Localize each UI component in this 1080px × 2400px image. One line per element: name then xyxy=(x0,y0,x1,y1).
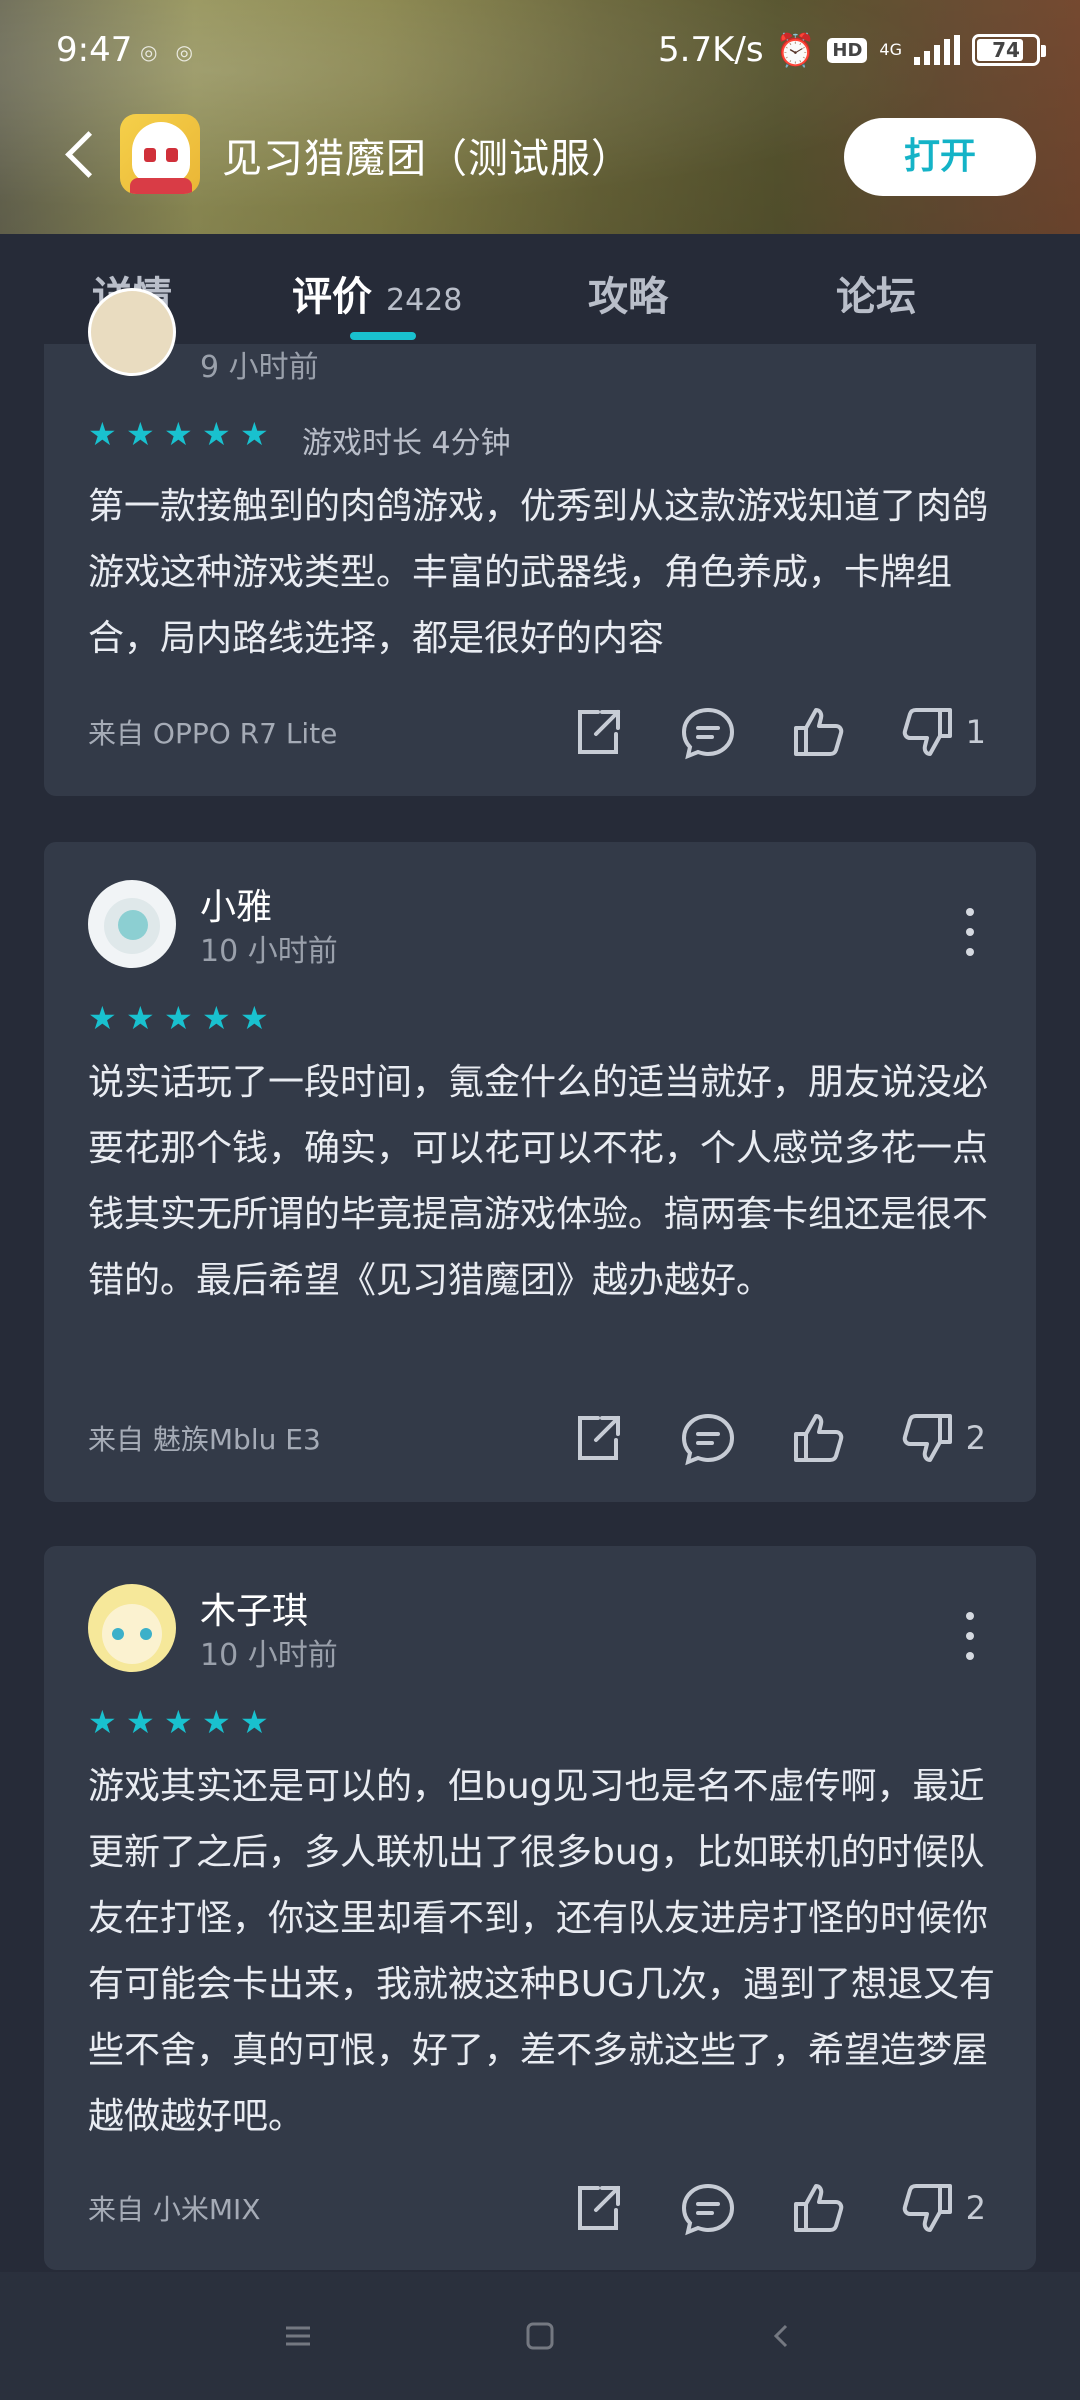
star-icon: ★ xyxy=(240,1703,269,1741)
device-label: 来自 小米MIX xyxy=(88,2193,261,2226)
review-actions: 2 xyxy=(568,1408,986,1468)
thumbs-down-icon xyxy=(902,1414,952,1462)
app-icon xyxy=(120,114,200,194)
dislike-button[interactable]: 1 xyxy=(898,702,986,762)
star-icon: ★ xyxy=(164,1703,193,1741)
star-icon: ★ xyxy=(202,999,231,1037)
thumbs-up-icon xyxy=(793,2184,843,2232)
app-title: 见习猎魔团（测试服） xyxy=(222,136,632,182)
comment-icon xyxy=(681,707,734,760)
star-icon: ★ xyxy=(164,999,193,1037)
review-count: 2428 xyxy=(386,283,463,318)
battery-level: 74 xyxy=(992,38,1020,62)
like-button[interactable] xyxy=(788,702,848,762)
review-actions: 2 xyxy=(568,2178,986,2238)
review-time: 9 小时前 xyxy=(200,350,319,385)
like-button[interactable] xyxy=(788,2178,848,2238)
star-icon: ★ xyxy=(202,415,231,453)
title-bar: 见习猎魔团（测试服） 打开 xyxy=(0,104,1080,234)
username[interactable]: 小雅 xyxy=(200,878,272,930)
hd-badge: HD xyxy=(827,37,868,63)
status-bar: 9:47 ◎◎ 5.7K/s ⏰ HD 4G 74 xyxy=(0,0,1080,104)
avatar[interactable] xyxy=(88,1584,176,1672)
like-button[interactable] xyxy=(788,1408,848,1468)
star-icon: ★ xyxy=(88,1703,117,1741)
dislike-count: 1 xyxy=(965,713,986,751)
star-icon: ★ xyxy=(164,415,193,453)
rating-stars: ★ ★ ★ ★ ★ xyxy=(88,1703,269,1741)
rating-stars: ★ ★ ★ ★ ★ xyxy=(88,415,269,453)
star-icon: ★ xyxy=(202,1703,231,1741)
review-time: 10 小时前 xyxy=(200,934,338,969)
network-type: 4G xyxy=(879,40,902,59)
star-icon: ★ xyxy=(240,415,269,453)
status-time: 9:47 xyxy=(56,30,133,70)
star-icon: ★ xyxy=(240,999,269,1037)
share-icon xyxy=(577,710,620,754)
status-right: 5.7K/s ⏰ HD 4G 74 xyxy=(658,30,1046,70)
share-button[interactable] xyxy=(568,1408,628,1468)
review-text: 说实话玩了一段时间，氪金什么的适当就好，朋友说没必要花那个钱，确实，可以花可以不… xyxy=(88,1062,989,1301)
review-card: 9 小时前 ★ ★ ★ ★ ★ 游戏时长 4分钟 第一款接触到的肉鸽游戏，优秀到… xyxy=(44,288,1036,796)
star-icon: ★ xyxy=(126,1703,155,1741)
tab-reviews[interactable]: 评价 2428 xyxy=(292,264,462,322)
comment-icon xyxy=(681,2183,734,2236)
network-speed: 5.7K/s xyxy=(658,30,764,70)
tab-indicator xyxy=(350,332,416,340)
star-icon: ★ xyxy=(88,999,117,1037)
device-label: 来自 魅族Mblu E3 xyxy=(88,1423,321,1456)
comment-icon xyxy=(681,1413,734,1466)
share-icon xyxy=(577,1416,620,1460)
rating-stars: ★ ★ ★ ★ ★ xyxy=(88,999,269,1037)
more-options-icon[interactable] xyxy=(958,908,982,956)
star-icon: ★ xyxy=(88,415,117,453)
home-icon[interactable] xyxy=(522,2318,558,2354)
comment-button[interactable] xyxy=(678,702,738,762)
thumbs-up-icon xyxy=(793,1414,843,1462)
tab-forum[interactable]: 论坛 xyxy=(836,264,916,322)
system-nav-bar xyxy=(0,2272,1080,2400)
share-button[interactable] xyxy=(568,2178,628,2238)
back-icon[interactable] xyxy=(58,130,106,178)
dislike-button[interactable]: 2 xyxy=(898,2178,986,2238)
tab-label: 论坛 xyxy=(836,274,916,320)
review-text: 第一款接触到的肉鸽游戏，优秀到从这款游戏知道了肉鸽游戏这种游戏类型。丰富的武器线… xyxy=(88,486,989,659)
more-options-icon[interactable] xyxy=(958,1612,982,1660)
review-time: 10 小时前 xyxy=(200,1638,338,1673)
avatar[interactable] xyxy=(88,880,176,968)
share-icon xyxy=(577,2186,620,2230)
thumbs-down-icon xyxy=(902,2184,952,2232)
notification-icons: ◎◎ xyxy=(140,40,211,64)
avatar[interactable] xyxy=(88,288,176,376)
dislike-button[interactable]: 2 xyxy=(898,1408,986,1468)
open-button[interactable]: 打开 xyxy=(844,118,1036,196)
thumbs-up-icon xyxy=(793,708,843,756)
star-icon: ★ xyxy=(126,999,155,1037)
review-text: 游戏其实还是可以的，但bug见习也是名不虚传啊，最近更新了之后，多人联机出了很多… xyxy=(88,1766,995,2137)
share-button[interactable] xyxy=(568,702,628,762)
username[interactable]: 木子琪 xyxy=(200,1582,308,1634)
alarm-icon: ⏰ xyxy=(775,31,816,69)
comment-button[interactable] xyxy=(678,2178,738,2238)
dislike-count: 2 xyxy=(965,1419,986,1457)
comment-button[interactable] xyxy=(678,1408,738,1468)
back-nav-icon[interactable] xyxy=(764,2318,800,2354)
review-card: 小雅 10 小时前 ★ ★ ★ ★ ★ 说实话玩了一段时间，氪金什么的适当就好，… xyxy=(44,842,1036,1502)
device-label: 来自 OPPO R7 Lite xyxy=(88,717,338,750)
thumbs-down-icon xyxy=(902,708,952,756)
tab-label: 攻略 xyxy=(588,274,668,320)
review-card: 木子琪 10 小时前 ★ ★ ★ ★ ★ 游戏其实还是可以的，但bug见习也是名… xyxy=(44,1546,1036,2270)
star-icon: ★ xyxy=(126,415,155,453)
tab-guides[interactable]: 攻略 xyxy=(588,264,668,322)
dislike-count: 2 xyxy=(965,2189,986,2227)
play-time: 游戏时长 4分钟 xyxy=(302,426,511,461)
signal-icon xyxy=(914,35,960,65)
tab-label: 评价 xyxy=(292,274,372,320)
battery-icon: 74 xyxy=(972,34,1046,66)
menu-icon[interactable] xyxy=(280,2318,316,2354)
review-actions: 1 xyxy=(568,702,986,762)
